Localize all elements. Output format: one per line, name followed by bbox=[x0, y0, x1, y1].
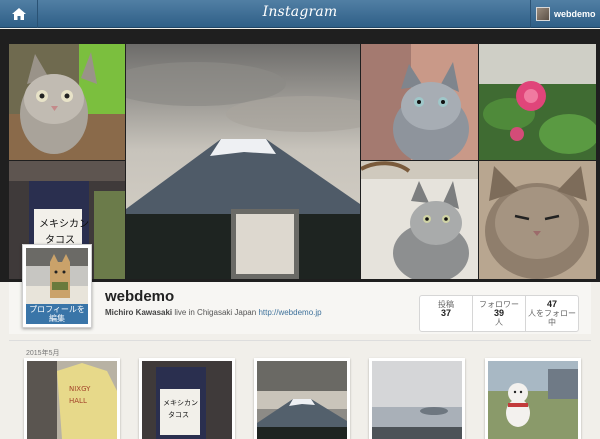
cover-photo-cat-grumpy[interactable] bbox=[479, 161, 596, 279]
post-thumbnail-mount-fuji[interactable] bbox=[254, 358, 350, 439]
cover-photo-cat-sitting[interactable] bbox=[361, 161, 478, 279]
svg-text:NIXGY: NIXGY bbox=[69, 385, 91, 393]
post-thumbnail-cafe-sign[interactable]: メキシカン タコス bbox=[139, 358, 235, 439]
profile-website-link[interactable]: http://webdemo.jp bbox=[258, 308, 321, 317]
cover-photo-pink-flower[interactable] bbox=[479, 44, 596, 160]
svg-text:HALL: HALL bbox=[69, 397, 87, 405]
post-thumbnail-shirt[interactable]: NIXGY HALL bbox=[24, 358, 120, 439]
account-name: webdemo bbox=[554, 9, 596, 19]
profile-bio-text: live in Chigasaki Japan bbox=[174, 308, 257, 317]
profile-stats: 投稿 37 フォロワー 39 人 47 人をフォロー中 bbox=[419, 295, 579, 332]
cover-photo-cat-tabby[interactable] bbox=[361, 44, 478, 160]
stat-posts-value: 37 bbox=[440, 308, 451, 318]
post-thumbnail-garden-doll[interactable] bbox=[485, 358, 581, 439]
stat-following[interactable]: 47 人をフォロー中 bbox=[525, 296, 578, 331]
edit-profile-button[interactable]: プロフィールを 編集 bbox=[26, 304, 88, 324]
profile-bio: Michiro Kawasaki live in Chigasaki Japan… bbox=[105, 308, 322, 317]
account-avatar bbox=[536, 7, 550, 21]
top-navbar: Instagram webdemo bbox=[0, 0, 600, 28]
stat-followers[interactable]: フォロワー 39 人 bbox=[472, 296, 525, 331]
stat-posts[interactable]: 投稿 37 bbox=[420, 296, 472, 331]
stat-followers-value: 39 bbox=[493, 308, 504, 318]
account-menu[interactable]: webdemo bbox=[530, 0, 600, 28]
cover-photo-mount-fuji[interactable] bbox=[126, 44, 360, 279]
cover-photo-cat-closeup[interactable] bbox=[9, 44, 125, 160]
feed-date-label: 2015年5月 bbox=[26, 350, 60, 357]
profile-avatar bbox=[26, 248, 88, 310]
edit-profile-label-line2: 編集 bbox=[49, 314, 65, 323]
profile-full-name: Michiro Kawasaki bbox=[105, 308, 173, 317]
profile-username: webdemo bbox=[105, 288, 175, 305]
stat-followers-unit: 人 bbox=[495, 318, 503, 327]
edit-profile-label-line1: プロフィールを bbox=[29, 305, 85, 314]
post-thumbnail-sea-view[interactable] bbox=[369, 358, 465, 439]
section-divider bbox=[9, 340, 591, 341]
stat-following-label: 人をフォロー中 bbox=[528, 309, 576, 327]
svg-text:メキシカン: メキシカン bbox=[39, 218, 89, 230]
instagram-logo[interactable]: Instagram bbox=[0, 4, 600, 20]
stat-following-value: 47 bbox=[546, 299, 557, 309]
profile-avatar-card: プロフィールを 編集 bbox=[22, 244, 92, 328]
svg-text:メキシカン: メキシカン bbox=[163, 399, 198, 407]
svg-text:タコス: タコス bbox=[168, 410, 189, 419]
